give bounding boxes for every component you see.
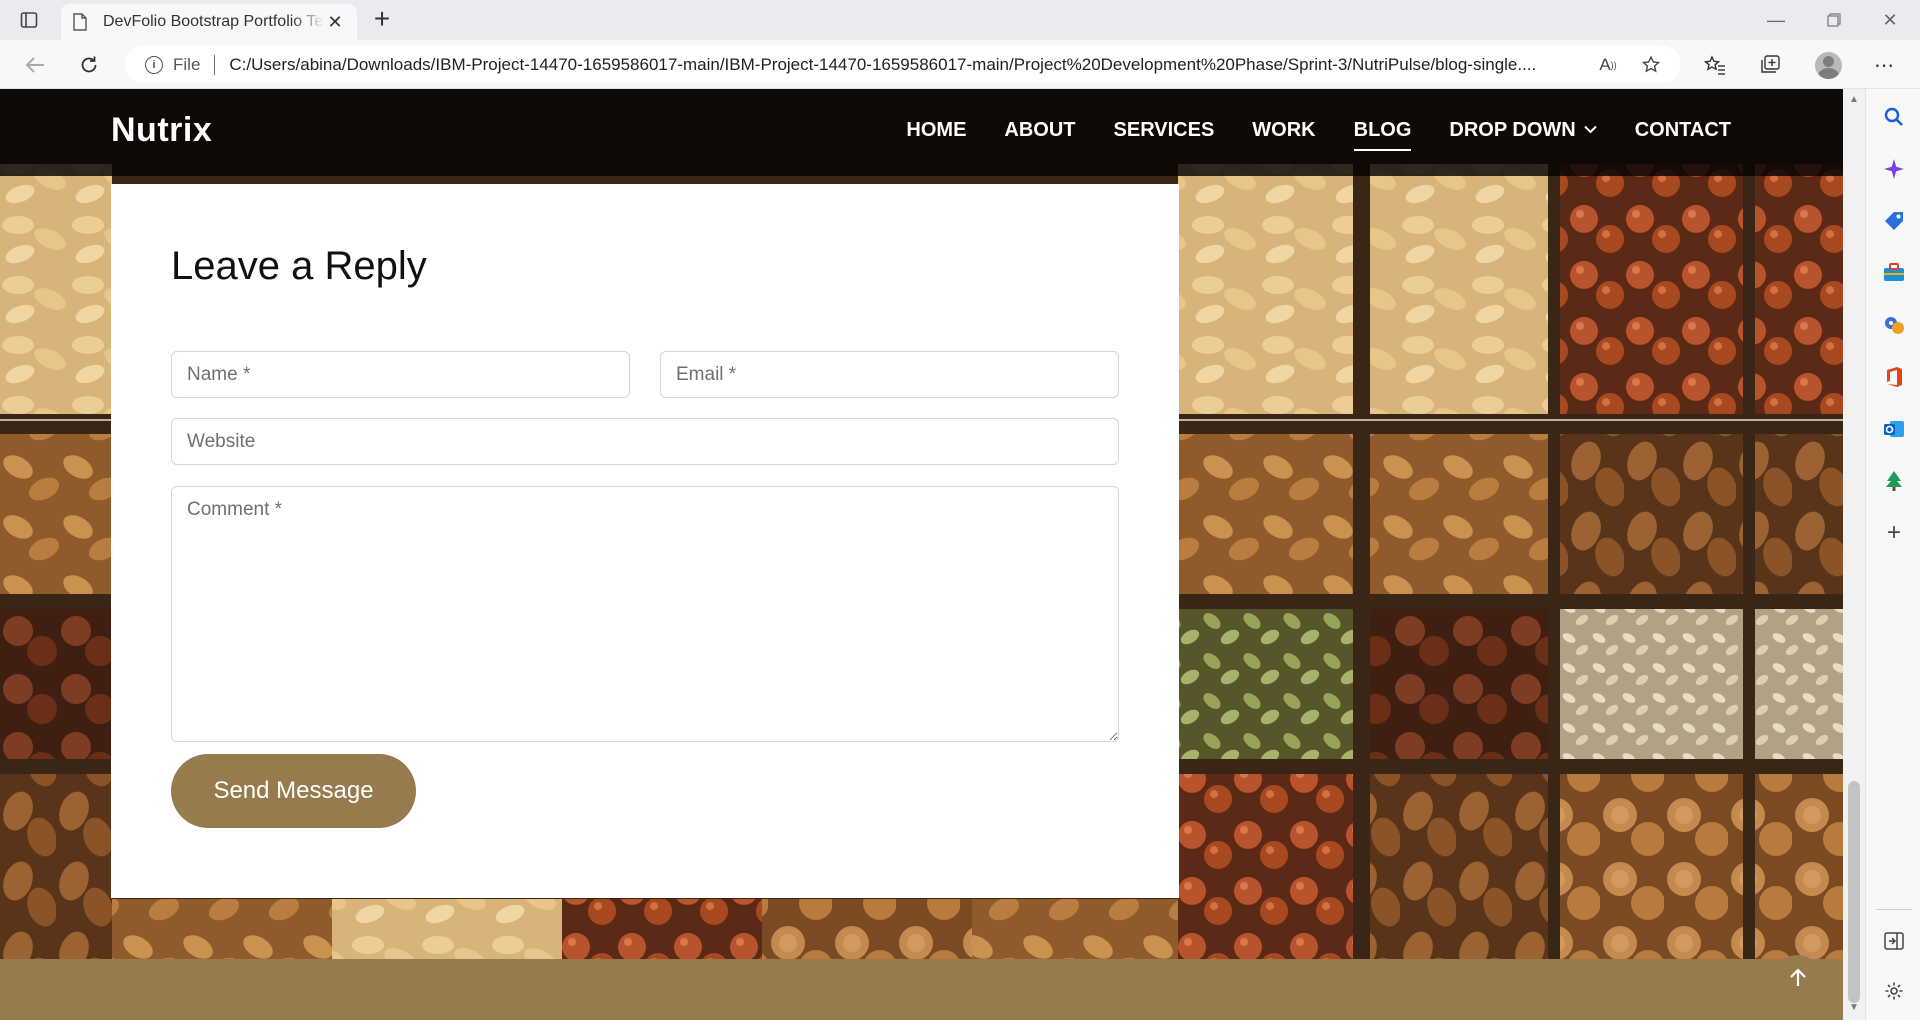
nav-contact[interactable]: CONTACT — [1635, 119, 1731, 142]
scroll-up-icon[interactable]: ▲ — [1847, 93, 1861, 107]
site-navbar: Nutrix HOME ABOUT SERVICES WORK BLOG DRO… — [0, 89, 1843, 176]
hide-sidebar-icon[interactable] — [1882, 929, 1906, 953]
tools-briefcase-icon[interactable] — [1882, 261, 1906, 285]
arrow-up-icon — [1790, 968, 1806, 986]
reply-title: Leave a Reply — [171, 244, 427, 288]
shopping-tag-icon[interactable] — [1882, 209, 1906, 233]
nav-blog[interactable]: BLOG — [1353, 119, 1411, 151]
read-aloud-icon[interactable]: A)) — [1597, 54, 1619, 76]
name-field[interactable] — [171, 351, 630, 398]
address-bar[interactable]: i File C:/Users/abina/Downloads/IBM-Proj… — [125, 46, 1681, 83]
nav-home[interactable]: HOME — [906, 119, 966, 142]
tab-title: DevFolio Bootstrap Portfolio Template — [103, 13, 325, 30]
browser-sidebar: + — [1865, 89, 1920, 1020]
website-field[interactable] — [171, 418, 1119, 465]
page-scrollbar[interactable]: ▲ ▼ — [1843, 89, 1865, 1020]
browser-toolbar: i File C:/Users/abina/Downloads/IBM-Proj… — [0, 40, 1920, 89]
comment-field[interactable] — [171, 486, 1119, 742]
close-tab-icon[interactable]: ✕ — [325, 12, 345, 33]
office-icon[interactable] — [1882, 365, 1906, 389]
address-url[interactable]: C:/Users/abina/Downloads/IBM-Project-144… — [229, 55, 1589, 75]
email-field[interactable] — [660, 351, 1119, 398]
close-window-icon[interactable]: ✕ — [1876, 8, 1904, 32]
browser-tab[interactable]: DevFolio Bootstrap Portfolio Template ✕ — [61, 4, 357, 40]
settings-gear-icon[interactable] — [1882, 979, 1906, 1003]
address-separator — [214, 54, 216, 75]
page-icon — [73, 13, 89, 31]
collections-icon[interactable] — [1757, 52, 1783, 78]
favorites-icon[interactable] — [1702, 52, 1728, 78]
minimize-icon[interactable]: — — [1762, 8, 1790, 32]
scroll-down-icon[interactable]: ▼ — [1847, 1001, 1861, 1015]
reply-form-card: Leave a Reply Send Message — [111, 184, 1179, 898]
refresh-icon[interactable] — [74, 50, 104, 80]
site-info-icon[interactable]: i — [145, 55, 163, 74]
nav-about[interactable]: ABOUT — [1004, 119, 1075, 142]
sidebar-divider — [1876, 909, 1912, 910]
more-options-icon[interactable]: ⋯ — [1871, 52, 1897, 78]
new-tab-button[interactable]: + — [368, 5, 396, 34]
site-logo[interactable]: Nutrix — [111, 111, 212, 150]
copilot-sparkle-icon[interactable] — [1882, 157, 1906, 181]
restore-icon[interactable] — [1820, 8, 1848, 32]
chevron-down-icon — [1584, 121, 1597, 137]
tab-actions-icon[interactable] — [18, 9, 40, 31]
search-icon[interactable] — [1882, 105, 1906, 129]
footer-band — [0, 959, 1843, 1020]
back-to-top-button[interactable] — [1775, 955, 1821, 1001]
main-menu: HOME ABOUT SERVICES WORK BLOG DROP DOWN … — [868, 119, 1731, 151]
add-favorite-icon[interactable] — [1640, 54, 1662, 76]
profile-avatar[interactable] — [1815, 52, 1842, 79]
outlook-icon[interactable] — [1882, 417, 1906, 441]
tree-icon[interactable] — [1882, 469, 1906, 493]
nav-drop-down[interactable]: DROP DOWN — [1449, 119, 1597, 142]
address-protocol: File — [173, 54, 201, 74]
add-sidebar-icon[interactable]: + — [1882, 519, 1906, 546]
games-icon[interactable] — [1882, 313, 1906, 337]
back-icon[interactable] — [20, 50, 50, 80]
web-page: Nutrix HOME ABOUT SERVICES WORK BLOG DRO… — [0, 89, 1843, 1020]
browser-tab-bar: DevFolio Bootstrap Portfolio Template ✕ … — [0, 0, 1920, 40]
nav-work[interactable]: WORK — [1252, 119, 1315, 142]
nav-services[interactable]: SERVICES — [1114, 119, 1215, 142]
scroll-thumb[interactable] — [1848, 781, 1860, 1003]
nav-drop-down-label: DROP DOWN — [1449, 119, 1576, 141]
send-message-button[interactable]: Send Message — [171, 754, 416, 828]
